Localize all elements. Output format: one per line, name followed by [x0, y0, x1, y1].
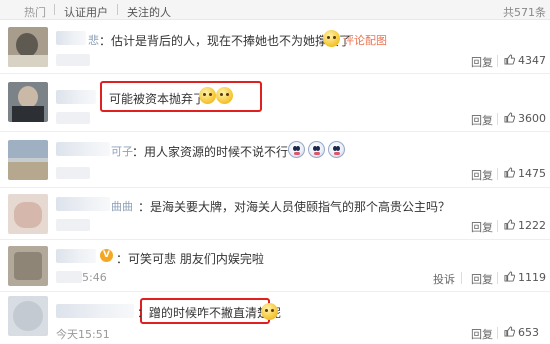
- comment-text: ：是海关要大牌，对海关人员使颐指气的那个高贵公主吗？: [138, 200, 451, 214]
- reply-button[interactable]: 回复: [471, 326, 493, 342]
- crying-emoji-icon: [308, 141, 325, 158]
- commenter-name-fragment[interactable]: 可子: [111, 143, 133, 159]
- avatar[interactable]: [8, 140, 48, 180]
- comment-text: ：用人家资源的时候不说不行: [132, 145, 289, 159]
- like-count: 1222: [518, 219, 546, 232]
- comment-item: 悲 ：估计是背后的人，现在不捧她也不为她撑腰了 评论配图 回复 4347: [0, 20, 550, 74]
- comment-item: 曲曲 ：是海关要大牌，对海关人员使颐指气的那个高贵公主吗？ 回复 1222: [0, 188, 550, 240]
- comment-time: 今天15:51: [56, 328, 110, 341]
- comment-total-count: 共571条: [503, 6, 546, 19]
- thumb-up-icon: [504, 54, 515, 65]
- comment-time: 5:46: [82, 271, 107, 284]
- doge-emoji-icon: [261, 303, 278, 320]
- reply-button[interactable]: 回复: [471, 54, 493, 70]
- divider: [54, 4, 55, 15]
- commenter-name[interactable]: [56, 90, 96, 104]
- comment-time: [56, 219, 90, 231]
- thumb-up-icon: [504, 326, 515, 337]
- like-count: 4347: [518, 54, 546, 67]
- doge-emoji-icon: [216, 87, 233, 104]
- like-button[interactable]: 1119: [504, 271, 546, 284]
- thumb-up-icon: [504, 271, 515, 282]
- comment-item: 可子 ：用人家资源的时候不说不行 回复 1475: [0, 132, 550, 188]
- reply-button[interactable]: 回复: [471, 219, 493, 235]
- reply-button[interactable]: 回复: [471, 271, 493, 287]
- avatar[interactable]: [8, 27, 48, 67]
- report-button[interactable]: 投诉: [433, 271, 455, 287]
- commenter-name-fragment[interactable]: 曲曲: [111, 198, 133, 214]
- crying-emoji-icon: [328, 141, 345, 158]
- reply-button[interactable]: 回复: [471, 112, 493, 128]
- doge-emoji-icon: [199, 87, 216, 104]
- commenter-name[interactable]: [56, 304, 134, 318]
- comment-item: V ：可笑可悲 朋友们内娱完啦 5:46 投诉 回复 1119: [0, 240, 550, 292]
- like-count: 1475: [518, 167, 546, 180]
- avatar[interactable]: [8, 82, 48, 122]
- like-button[interactable]: 653: [504, 326, 539, 339]
- comment-text: ：蹭的时候咋不撇直清楚呢: [137, 306, 282, 320]
- like-count: 653: [518, 326, 539, 339]
- like-button[interactable]: 1475: [504, 167, 546, 180]
- like-button[interactable]: 3600: [504, 112, 546, 125]
- thumb-up-icon: [504, 167, 515, 178]
- verified-badge-icon: V: [100, 249, 113, 262]
- commenter-name[interactable]: [56, 249, 96, 263]
- comment-filter-bar: 热门 认证用户 关注的人 共571条: [0, 0, 550, 20]
- reply-button[interactable]: 回复: [471, 167, 493, 183]
- like-count: 1119: [518, 271, 546, 284]
- comment-text: ：估计是背后的人，现在不捧她也不为她撑腰了: [99, 34, 352, 48]
- like-button[interactable]: 1222: [504, 219, 546, 232]
- avatar[interactable]: [8, 246, 48, 286]
- tab-hot[interactable]: 热门: [24, 4, 46, 20]
- comment-time: [56, 167, 90, 179]
- thumb-up-icon: [504, 219, 515, 230]
- commenter-name[interactable]: [56, 31, 86, 45]
- comment-time-blur: [56, 271, 82, 283]
- doge-emoji-icon: [323, 30, 340, 47]
- commenter-name[interactable]: [56, 197, 110, 211]
- like-button[interactable]: 4347: [504, 54, 546, 67]
- comment-time: [56, 54, 90, 66]
- thumb-up-icon: [504, 112, 515, 123]
- comment-text: ：可笑可悲 朋友们内娱完啦: [116, 252, 264, 266]
- tab-verified-users[interactable]: 认证用户: [64, 4, 108, 20]
- comment-text: 可能被资本抛弃了: [109, 92, 206, 106]
- comment-item: ：蹭的时候咋不撇直清楚呢 今天15:51 回复 653: [0, 292, 550, 344]
- divider: [117, 4, 118, 15]
- commenter-name-fragment[interactable]: 悲: [88, 32, 99, 48]
- comment-image-link[interactable]: 评论配图: [343, 32, 387, 48]
- avatar[interactable]: [8, 296, 48, 336]
- avatar[interactable]: [8, 194, 48, 234]
- tab-following[interactable]: 关注的人: [127, 4, 171, 20]
- crying-emoji-icon: [288, 141, 305, 158]
- comment-time: [56, 112, 90, 124]
- comment-item: 可能被资本抛弃了 回复 3600: [0, 74, 550, 132]
- commenter-name[interactable]: [56, 142, 110, 156]
- like-count: 3600: [518, 112, 546, 125]
